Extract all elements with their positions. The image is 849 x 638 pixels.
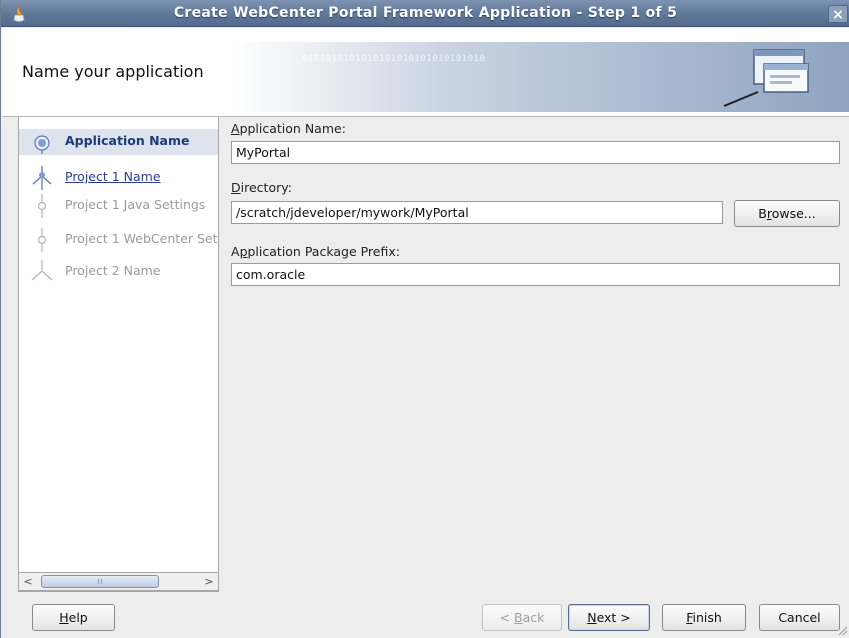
step-project-icon	[31, 260, 53, 281]
scroll-thumb[interactable]	[41, 575, 159, 588]
application-name-label: Application Name:	[231, 121, 346, 136]
step-node-icon	[37, 228, 47, 252]
cancel-button[interactable]: Cancel	[759, 604, 840, 631]
scroll-left-icon[interactable]: <	[21, 574, 35, 589]
finish-button[interactable]: Finish	[662, 604, 746, 631]
close-icon[interactable]: ×	[828, 5, 848, 23]
step-project-2-name: Project 2 Name	[19, 259, 218, 285]
help-button[interactable]: Help	[32, 604, 115, 631]
title-bar[interactable]: Create WebCenter Portal Framework Applic…	[1, 0, 849, 27]
scroll-right-icon[interactable]: >	[202, 574, 216, 589]
directory-input[interactable]: /scratch/jdeveloper/mywork/MyPortal	[231, 201, 723, 224]
browse-button[interactable]: Browse...	[734, 200, 840, 227]
wizard-header: 0101010101010101010101010101010 Name you…	[2, 28, 849, 116]
directory-label: Directory:	[231, 180, 292, 195]
step-label: Project 1 Java Settings	[65, 197, 206, 212]
step-label: Application Name	[65, 133, 190, 148]
page-title: Name your application	[22, 62, 204, 81]
steps-navigator: Application Name Project 1 Name Project …	[18, 117, 219, 592]
back-button[interactable]: < Back	[482, 604, 562, 631]
step-application-name[interactable]: Application Name	[19, 129, 218, 155]
package-prefix-label: Application Package Prefix:	[231, 244, 400, 259]
window-wizard-icon	[723, 49, 809, 107]
step-label: Project 2 Name	[65, 263, 161, 278]
step-project-1-name[interactable]: Project 1 Name	[19, 165, 218, 191]
step-project-1-java-settings: Project 1 Java Settings	[19, 193, 218, 219]
step-label: Project 1 WebCenter Settings	[65, 231, 218, 246]
step-current-icon	[34, 135, 50, 154]
step-project-icon	[32, 166, 52, 190]
resize-grip-icon[interactable]	[837, 625, 848, 636]
step-node-icon	[37, 194, 47, 218]
application-name-input[interactable]: MyPortal	[231, 141, 840, 164]
step-project-1-webcenter-settings: Project 1 WebCenter Settings	[19, 227, 218, 253]
scroll-thumb-grip-icon	[98, 579, 102, 584]
header-binary-decoration: 0101010101010101010101010101010	[302, 54, 486, 64]
next-button[interactable]: Next >	[568, 604, 650, 631]
wizard-dialog: Create WebCenter Portal Framework Applic…	[0, 0, 849, 638]
steps-horizontal-scrollbar[interactable]: < >	[18, 572, 219, 591]
step-label: Project 1 Name	[65, 169, 161, 184]
package-prefix-input[interactable]: com.oracle	[231, 263, 840, 286]
window-title: Create WebCenter Portal Framework Applic…	[173, 5, 678, 21]
